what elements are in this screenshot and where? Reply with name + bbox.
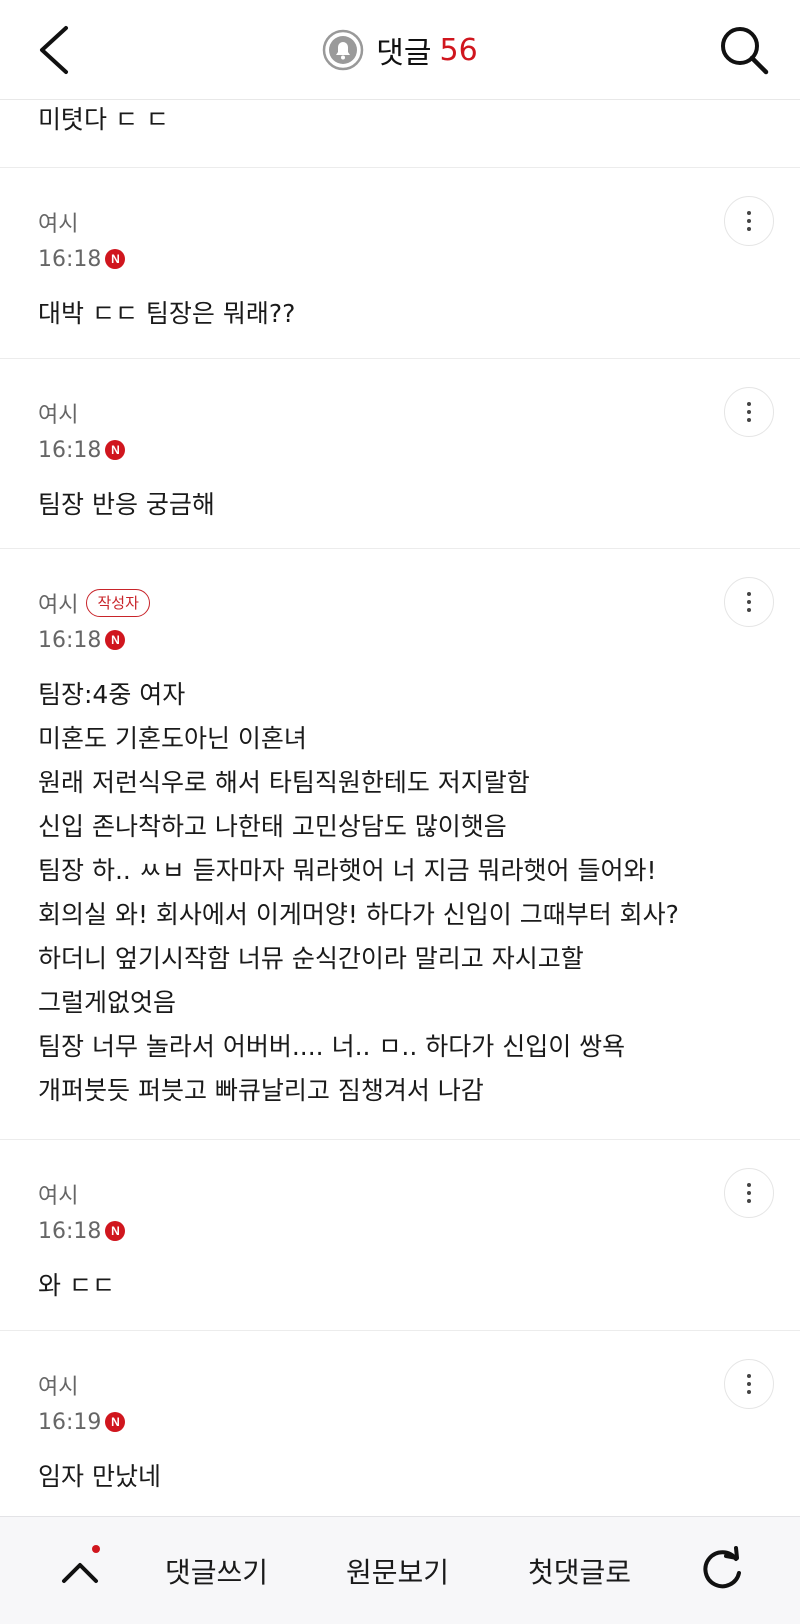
comment-author[interactable]: 여시: [38, 587, 78, 619]
new-badge-icon: N: [105, 1412, 126, 1432]
new-badge-icon: N: [105, 630, 126, 650]
comment-text: 와 ㄷㄷ: [38, 1271, 115, 1300]
writer-badge: 작성자: [86, 589, 150, 617]
refresh-icon: [703, 1546, 741, 1589]
write-comment-button[interactable]: 댓글쓰기: [165, 1517, 268, 1624]
comment-text: 팀장:4중 여자 미혼도 기혼도아닌 이혼녀 원래 저런식우로 해서 타팀직원한…: [38, 680, 679, 1105]
chevron-left-icon: [40, 26, 68, 74]
bell-icon[interactable]: [322, 29, 364, 71]
comment-text: 팀장 반응 궁금해: [38, 490, 215, 519]
comment-time: 16:18: [38, 437, 102, 463]
first-comment-button[interactable]: 첫댓글로: [528, 1517, 631, 1624]
scroll-up-button[interactable]: [56, 1543, 104, 1599]
page-title: 댓글: [376, 36, 432, 71]
refresh-button[interactable]: [696, 1545, 748, 1597]
new-badge-icon: N: [105, 1221, 126, 1241]
bottom-toolbar: 댓글쓰기 원문보기 첫댓글로: [0, 1516, 800, 1624]
comment-item: 여시 16:18 N 와 ㄷㄷ: [0, 1140, 800, 1331]
search-icon: [721, 27, 769, 75]
more-vertical-icon: [747, 1183, 751, 1187]
comment-item: 여시 16:18 N 팀장 반응 궁금해: [0, 359, 800, 549]
more-options-button[interactable]: [724, 577, 774, 627]
comment-list[interactable]: 미텻다 ㄷ ㄷ 여시 16:18 N 대박 ㄷㄷ 팀장은 뭐래?? 여시 16:…: [0, 100, 800, 1521]
comment-time: 16:18: [38, 246, 102, 272]
more-vertical-icon: [747, 592, 751, 596]
view-original-button[interactable]: 원문보기: [346, 1517, 449, 1624]
back-button[interactable]: [32, 22, 88, 78]
comment-count: 56: [439, 32, 478, 68]
comment-item: 여시 작성자 16:18 N 팀장:4중 여자 미혼도 기혼도아닌 이혼녀 원래…: [0, 549, 800, 1140]
top-app-bar: 댓글 56: [0, 0, 800, 100]
comment-partial: 미텻다 ㄷ ㄷ: [0, 100, 800, 168]
notification-dot: [92, 1545, 100, 1553]
more-options-button[interactable]: [724, 196, 774, 246]
new-badge-icon: N: [105, 249, 126, 269]
comment-item: 여시 16:18 N 대박 ㄷㄷ 팀장은 뭐래??: [0, 168, 800, 359]
comment-time: 16:19: [38, 1409, 102, 1435]
comment-time: 16:18: [38, 627, 102, 653]
comment-text: 대박 ㄷㄷ 팀장은 뭐래??: [38, 299, 296, 328]
comment-author[interactable]: 여시: [38, 1178, 78, 1210]
header-title-group: 댓글 56: [0, 0, 800, 100]
more-options-button[interactable]: [724, 1359, 774, 1409]
more-options-button[interactable]: [724, 1168, 774, 1218]
more-vertical-icon: [747, 211, 751, 215]
comment-author[interactable]: 여시: [38, 1369, 78, 1401]
more-options-button[interactable]: [724, 387, 774, 437]
comment-text: 임자 만났네: [38, 1462, 161, 1491]
new-badge-icon: N: [105, 440, 126, 460]
comment-author[interactable]: 여시: [38, 206, 78, 238]
more-vertical-icon: [747, 402, 751, 406]
comment-item: 여시 16:19 N 임자 만났네: [0, 1331, 800, 1521]
comment-time: 16:18: [38, 1218, 102, 1244]
comment-author[interactable]: 여시: [38, 397, 78, 429]
comment-text: 미텻다 ㄷ ㄷ: [38, 105, 169, 134]
more-vertical-icon: [747, 1374, 751, 1378]
search-button[interactable]: [716, 22, 772, 78]
